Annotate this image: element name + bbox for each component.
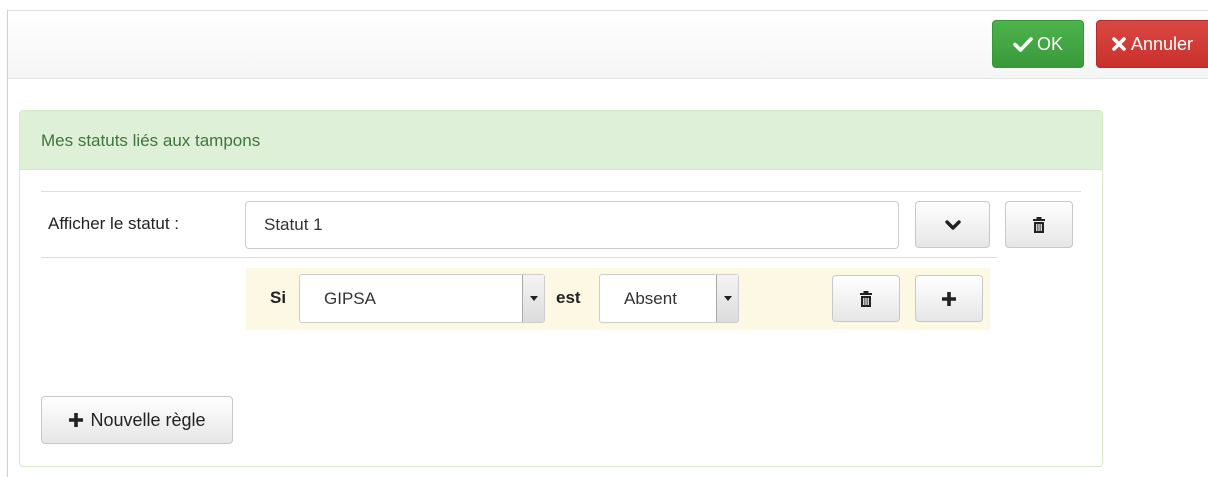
new-rule-label: Nouvelle règle [90, 409, 206, 430]
operator-label: est [556, 288, 581, 307]
panel-title: Mes statuts liés aux tampons [20, 111, 1102, 170]
chevron-down-icon [944, 219, 961, 231]
delete-status-button[interactable] [1005, 201, 1073, 248]
ok-label: OK [1036, 33, 1063, 54]
window-left-border [7, 10, 8, 477]
status-input-value: Statut 1 [264, 215, 323, 234]
cancel-button[interactable]: Annuler [1096, 20, 1208, 68]
divider [41, 191, 1081, 192]
state-select[interactable]: Absent [599, 274, 739, 323]
caret-down-icon [716, 275, 738, 322]
check-icon [1013, 36, 1033, 52]
caret-down-icon [522, 275, 544, 322]
cancel-label: Annuler [1131, 33, 1194, 54]
state-select-value: Absent [624, 288, 677, 308]
ok-button[interactable]: OK [992, 20, 1084, 68]
status-label: Afficher le statut : [48, 214, 180, 233]
status-input[interactable]: Statut 1 [245, 201, 899, 249]
field-select-value: GIPSA [324, 288, 376, 308]
new-rule-button[interactable]: Nouvelle règle [41, 396, 233, 444]
plus-icon [941, 291, 957, 307]
divider [41, 257, 997, 258]
delete-rule-button[interactable] [832, 275, 900, 322]
trash-icon [858, 290, 874, 308]
x-icon [1111, 36, 1127, 52]
add-condition-button[interactable] [915, 275, 983, 322]
field-select[interactable]: GIPSA [299, 274, 545, 323]
trash-icon [1031, 216, 1047, 234]
status-dropdown-button[interactable] [915, 201, 990, 248]
plus-icon [68, 412, 84, 428]
if-label: Si [270, 288, 287, 307]
